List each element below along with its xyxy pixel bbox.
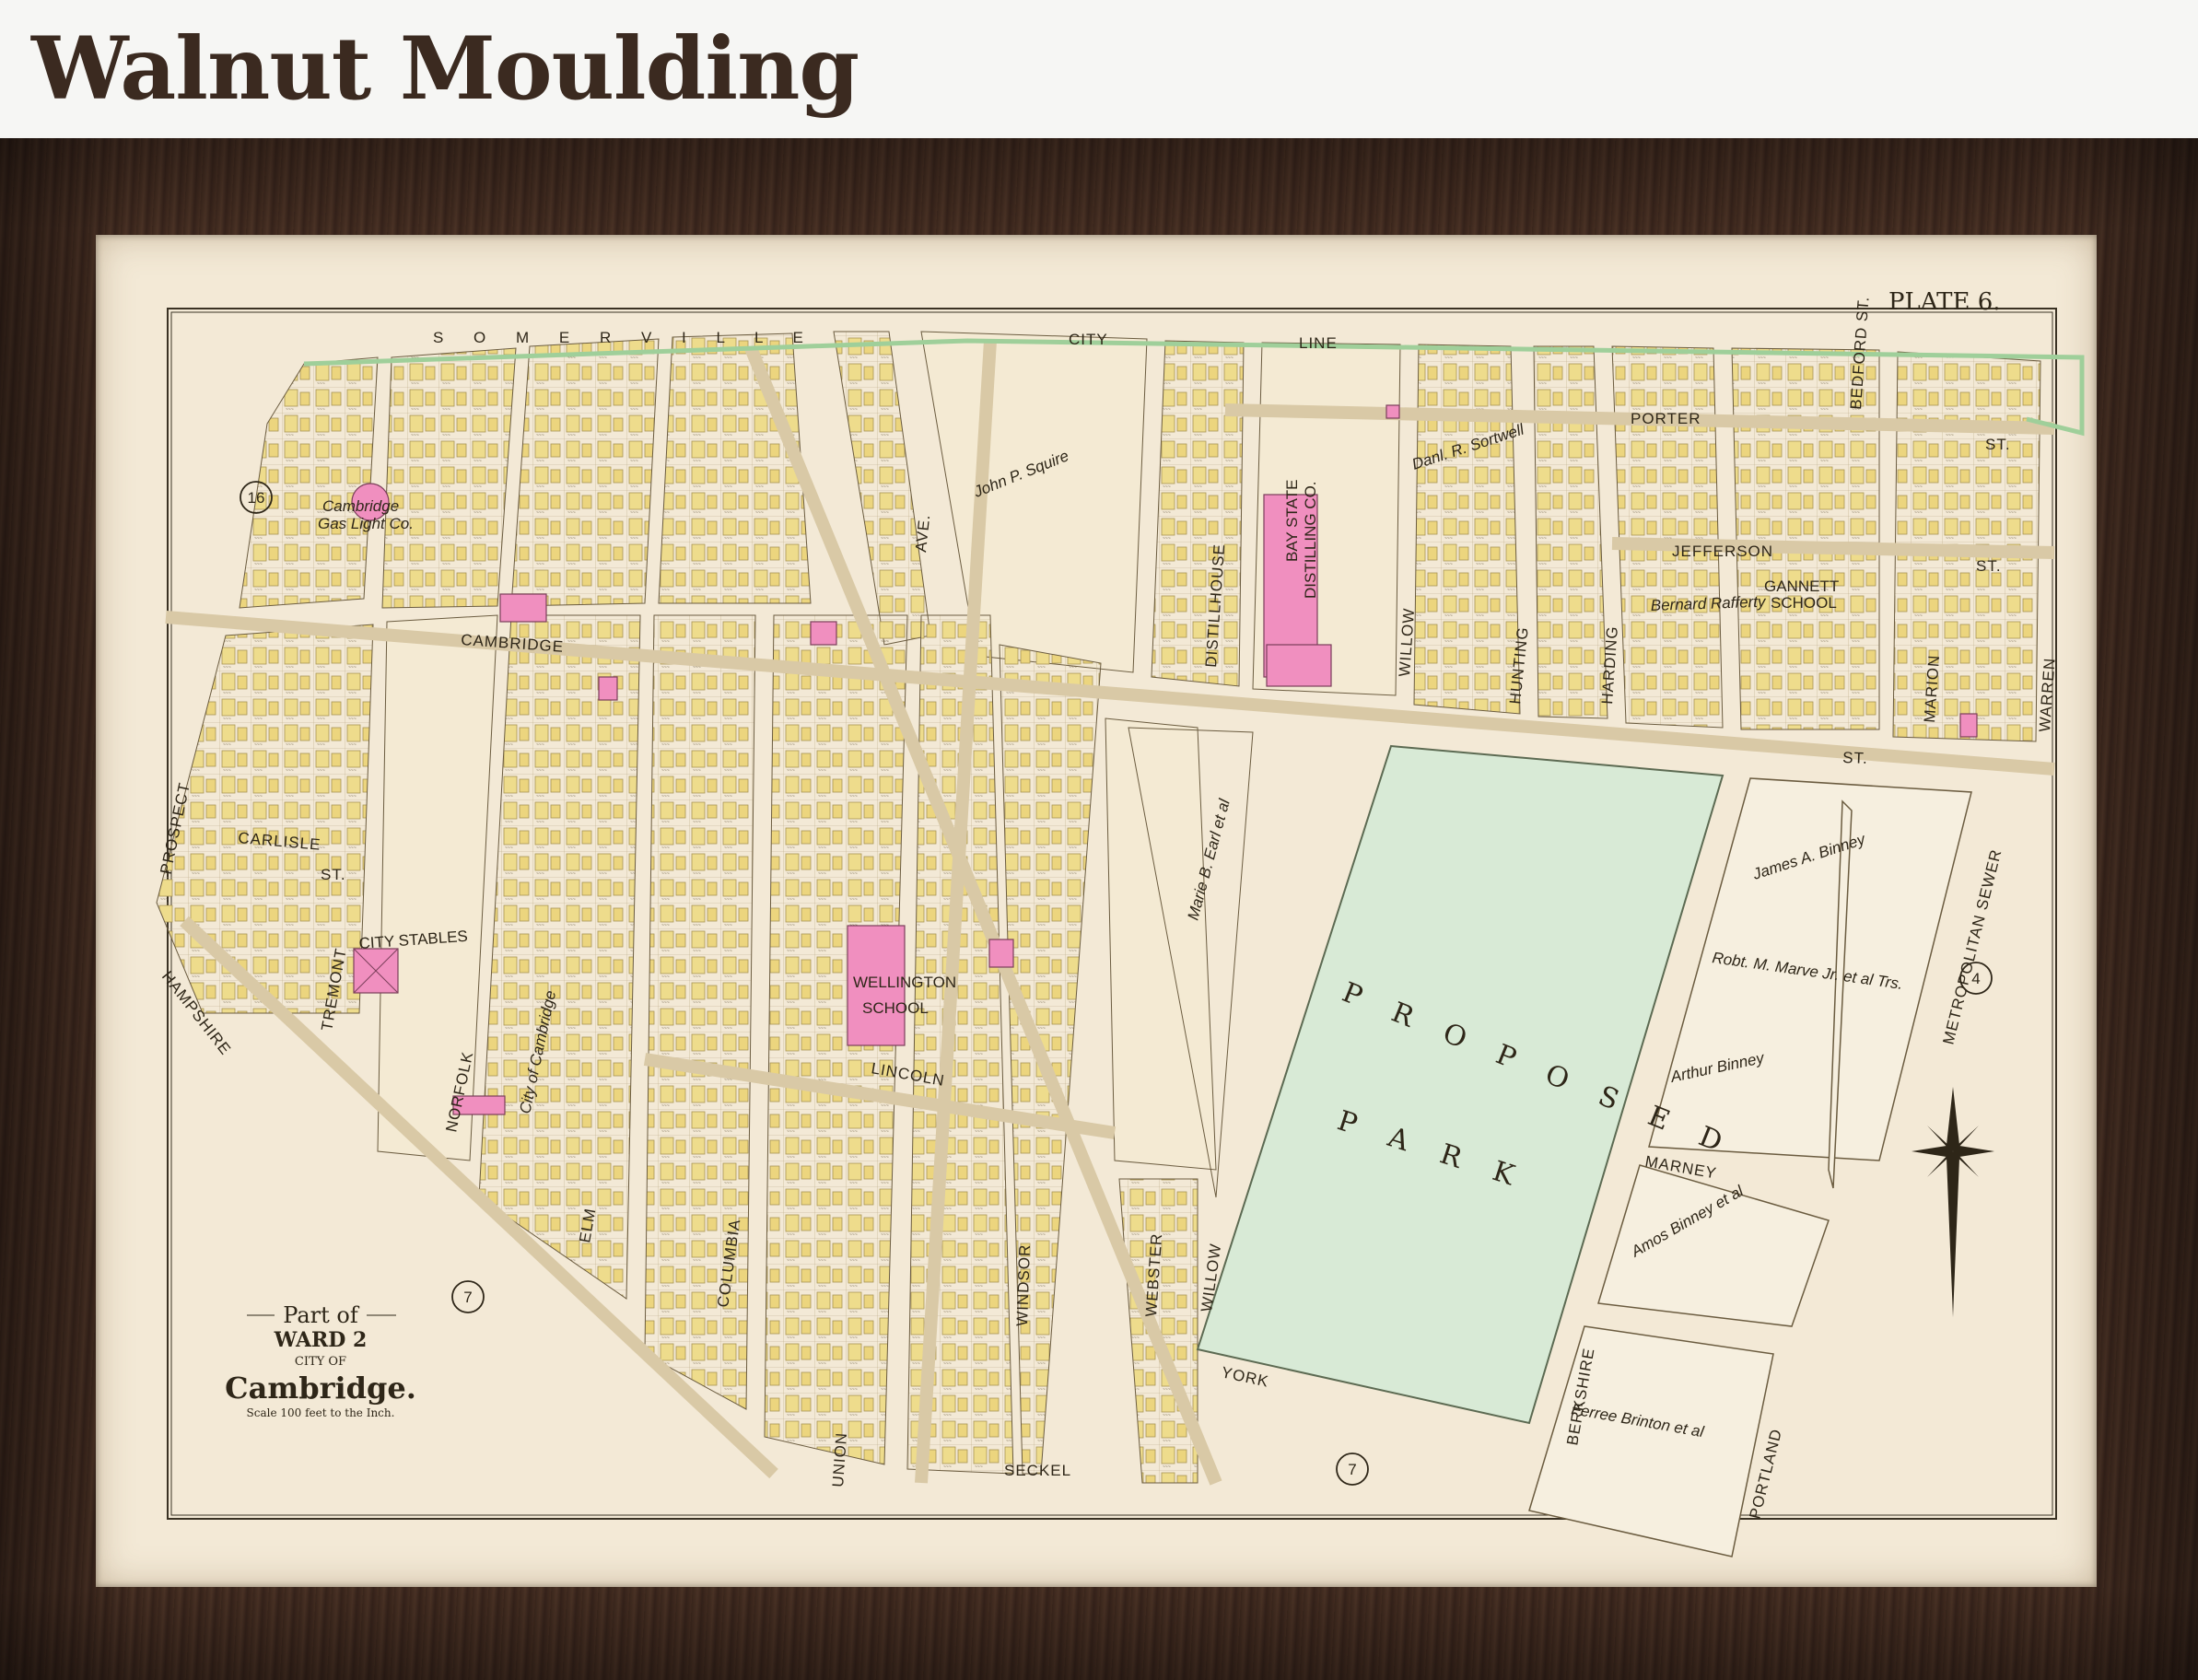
plate-number: PLATE 6.: [1888, 288, 2001, 316]
street-label: ST.: [1985, 436, 2011, 453]
street-label: WINDSOR: [1013, 1243, 1034, 1326]
map-title-cartouche: Part of WARD 2 CITY OF Cambridge. Scale …: [225, 1302, 416, 1419]
ward-number: 7: [1348, 1461, 1356, 1478]
building-label: GANNETT: [1764, 578, 1839, 595]
compass-rose-icon: [1912, 1087, 1994, 1317]
building-label: WELLINGTON: [853, 974, 956, 991]
map-drawing: ~~~: [156, 288, 2085, 1558]
city-line-label: CITY: [1069, 331, 1108, 348]
building-label: DISTILLING CO.: [1302, 481, 1319, 599]
ward-number: 16: [248, 489, 265, 507]
street-label: UNION: [829, 1431, 850, 1488]
building-label: SCHOOL: [862, 999, 929, 1017]
title-scale: Scale 100 feet to the Inch.: [247, 1406, 395, 1419]
somerville-label: S O M E R V I L L E: [433, 329, 816, 346]
ward-number: 7: [463, 1289, 472, 1306]
street-label: ST.: [1976, 557, 2002, 575]
proposed-park: [1196, 744, 1724, 1425]
street-label: PORTER: [1631, 410, 1701, 427]
title-city: Cambridge.: [225, 1371, 416, 1406]
title-part-of: Part of: [283, 1302, 360, 1328]
city-line-label: LINE: [1299, 334, 1338, 352]
street-label: SECKEL: [1004, 1462, 1071, 1479]
street-label: ST.: [321, 866, 346, 883]
title-ward: WARD 2: [274, 1328, 368, 1352]
street-label: YORK: [1220, 1363, 1270, 1390]
street-label: WARREN: [2036, 657, 2059, 732]
building-label: Cambridge: [322, 497, 399, 515]
building-label: Gas Light Co.: [318, 515, 414, 532]
building-label: SCHOOL: [1771, 594, 1837, 612]
building-label: BAY STATE: [1283, 480, 1301, 562]
street-label: AVE.: [912, 513, 933, 553]
street-label: JEFFERSON: [1672, 542, 1773, 560]
title-city-of: CITY OF: [295, 1355, 346, 1369]
street-label: ST.: [1842, 749, 1868, 767]
